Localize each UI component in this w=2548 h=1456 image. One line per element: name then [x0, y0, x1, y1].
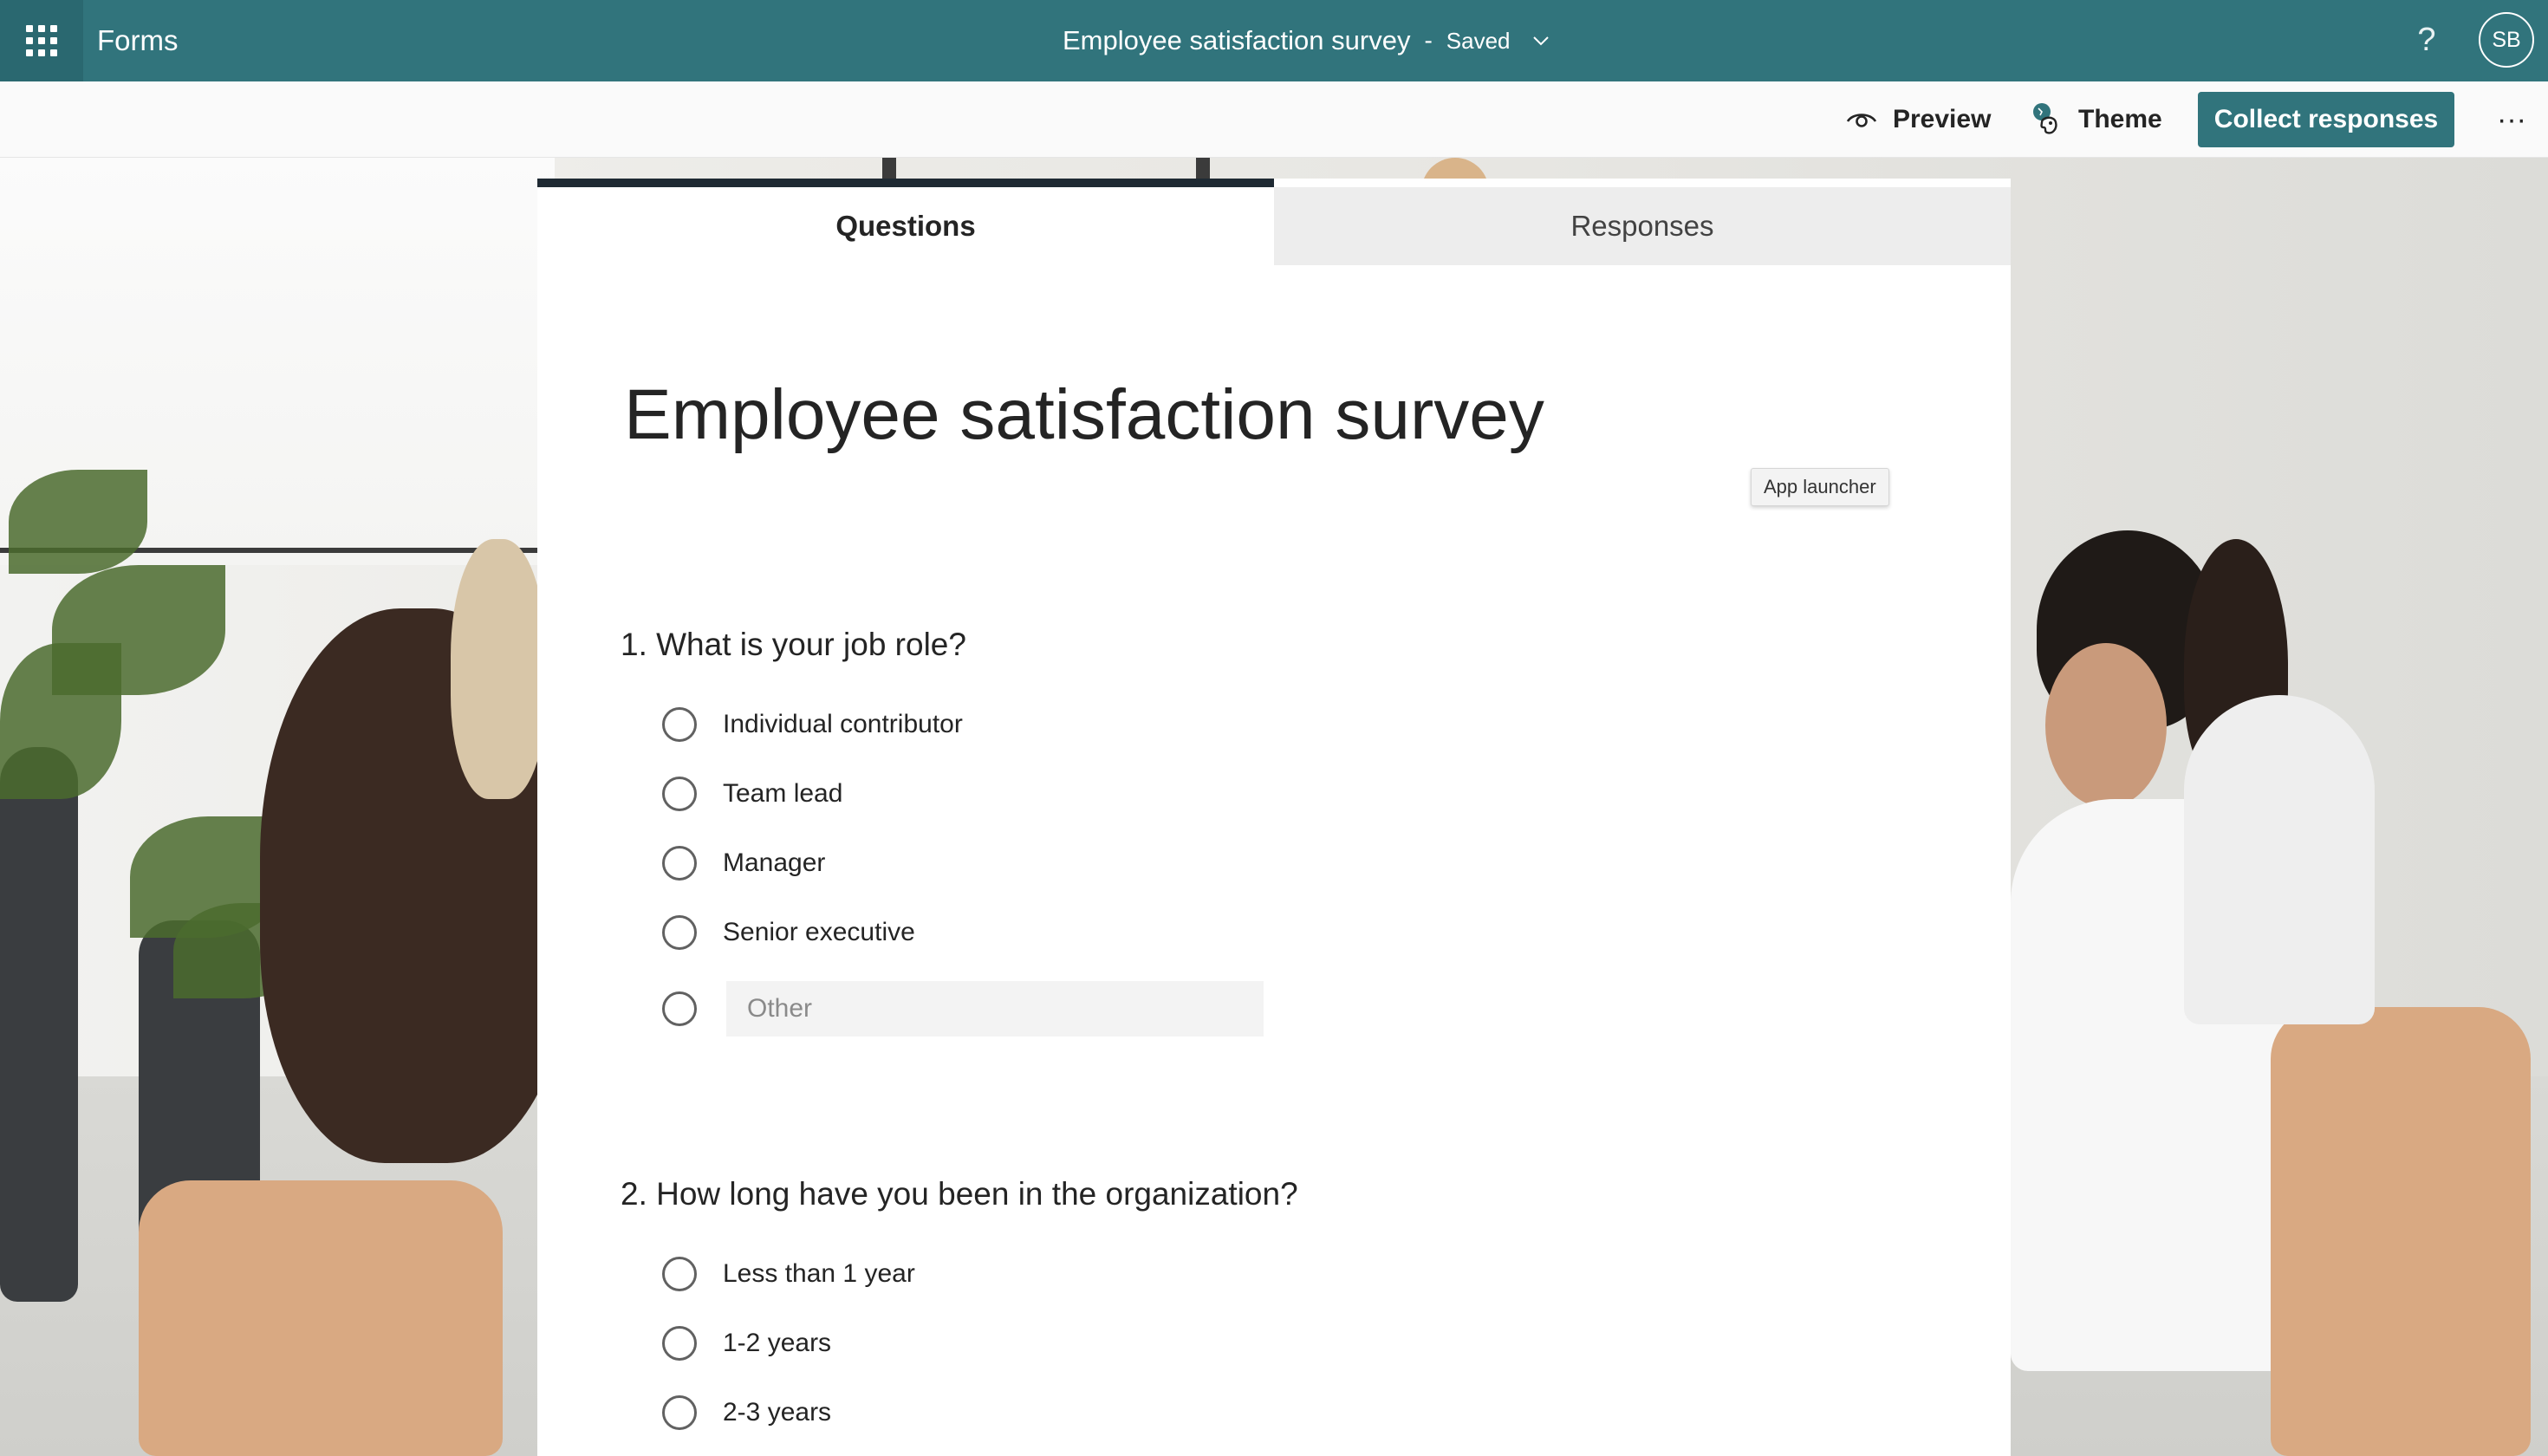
question-card[interactable]: 1. What is your job role? Individual con… [621, 621, 1921, 1050]
eye-icon [1846, 114, 1877, 127]
choice-option[interactable]: 1-2 years [621, 1309, 1921, 1378]
more-icon: ··· [2497, 102, 2526, 136]
app-name[interactable]: Forms [97, 0, 179, 81]
plant-pot [0, 747, 78, 1302]
chair [2271, 1007, 2531, 1456]
collect-responses-button[interactable]: Collect responses [2198, 92, 2454, 147]
choice-option[interactable]: Manager [621, 829, 1921, 898]
plant-leaf [0, 643, 121, 799]
choice-label: Senior executive [723, 918, 915, 946]
help-icon: ? [2417, 21, 2436, 58]
radio-button[interactable] [662, 1257, 697, 1291]
question-title: 1. What is your job role? [621, 627, 966, 662]
question-title: 2. How long have you been in the organiz… [621, 1176, 1298, 1212]
theme-label: Theme [2078, 105, 2162, 133]
person-shirt [2184, 695, 2375, 1024]
app-launcher-tooltip: App launcher [1751, 468, 1889, 506]
form-tabs: Questions Responses [537, 179, 2011, 265]
app-launcher-icon [26, 25, 57, 56]
preview-label: Preview [1893, 105, 1992, 133]
option-list: Less than 1 year 1-2 years 2-3 years [621, 1239, 1921, 1447]
help-button[interactable]: ? [2402, 16, 2451, 64]
radio-button[interactable] [662, 777, 697, 811]
choice-option[interactable]: Team lead [621, 759, 1921, 829]
choice-label: 1-2 years [723, 1329, 832, 1357]
person-face [2045, 643, 2167, 808]
document-title-menu[interactable]: Employee satisfaction survey - Saved [1063, 0, 1552, 81]
app-header: Forms Employee satisfaction survey - Sav… [0, 0, 2548, 81]
document-title: Employee satisfaction survey [1063, 25, 1411, 55]
palette-icon [2033, 103, 2057, 134]
option-list: Individual contributor Team lead Manager… [621, 690, 1921, 1050]
form-panel: Questions Responses Employee satisfactio… [537, 179, 2011, 1456]
preview-button[interactable]: Preview [1846, 81, 1991, 158]
choice-label: Manager [723, 848, 826, 877]
radio-button[interactable] [662, 991, 697, 1026]
chevron-down-icon [1532, 36, 1549, 46]
avatar[interactable]: SB [2479, 12, 2534, 68]
choice-option[interactable]: Individual contributor [621, 690, 1921, 759]
tab-responses-label: Responses [1570, 210, 1714, 242]
radio-button[interactable] [662, 707, 697, 742]
theme-button[interactable]: Theme [2030, 81, 2162, 158]
user-initials: SB [2492, 27, 2521, 52]
choice-option[interactable]: Senior executive [621, 898, 1921, 967]
person-hair [451, 539, 546, 799]
command-bar: Preview Theme Collect responses ··· [0, 81, 2548, 158]
radio-button[interactable] [662, 846, 697, 881]
app-launcher-button[interactable] [0, 0, 83, 81]
title-separator: - [1424, 27, 1433, 54]
choice-label: Individual contributor [723, 710, 963, 738]
other-input[interactable] [726, 981, 1264, 1037]
radio-button[interactable] [662, 1395, 697, 1430]
choice-label: 2-3 years [723, 1398, 832, 1427]
choice-label: Team lead [723, 779, 843, 808]
tab-questions[interactable]: Questions [537, 179, 1274, 265]
choice-option-other[interactable] [621, 967, 1921, 1050]
tab-questions-label: Questions [835, 210, 976, 242]
more-options-button[interactable]: ··· [2486, 81, 2538, 158]
tab-responses[interactable]: Responses [1274, 187, 2011, 265]
plant-leaf [9, 470, 147, 574]
radio-button[interactable] [662, 1326, 697, 1361]
radio-button[interactable] [662, 915, 697, 950]
chair [139, 1180, 503, 1456]
choice-label: Less than 1 year [723, 1259, 915, 1288]
question-card[interactable]: 2. How long have you been in the organiz… [621, 1170, 1921, 1447]
choice-option[interactable]: Less than 1 year [621, 1239, 1921, 1309]
save-status: Saved [1446, 27, 1511, 54]
choice-option[interactable]: 2-3 years [621, 1378, 1921, 1447]
form-title[interactable]: Employee satisfaction survey [624, 374, 1544, 456]
